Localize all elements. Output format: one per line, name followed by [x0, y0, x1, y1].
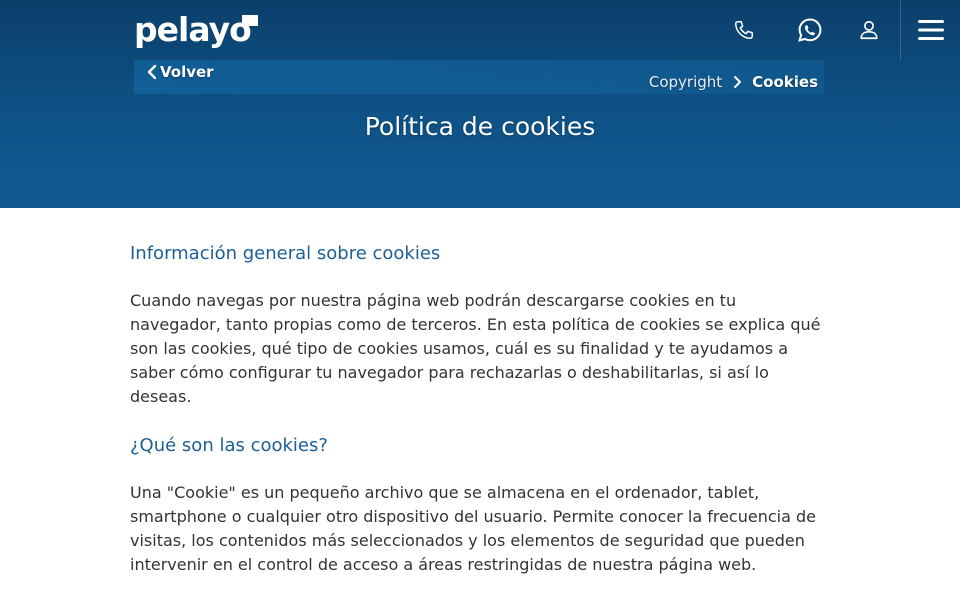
- section-text-what-are-cookies: Una "Cookie" es un pequeño archivo que s…: [130, 483, 816, 574]
- logo-flag-icon: [242, 15, 258, 31]
- menu-icon: [917, 20, 944, 40]
- phone-button[interactable]: [714, 0, 774, 60]
- user-account-button[interactable]: [839, 0, 899, 60]
- chevron-left-icon: [147, 64, 157, 80]
- section-heading-general: Información general sobre cookies: [130, 243, 441, 264]
- phone-icon: [735, 21, 753, 39]
- section-text-general: Cuando navegas por nuestra página web po…: [130, 291, 821, 406]
- page-title: Política de cookies: [364, 112, 596, 141]
- breadcrumb: Copyright Cookies: [649, 71, 818, 93]
- breadcrumb-item-cookies: Cookies: [752, 73, 818, 91]
- back-label: Volver: [160, 63, 214, 81]
- pelayo-logo[interactable]: pelayo: [134, 10, 252, 50]
- whatsapp-icon: [798, 18, 822, 42]
- section-heading-what-are-cookies: ¿Qué son las cookies?: [130, 435, 328, 456]
- whatsapp-button[interactable]: [780, 0, 840, 60]
- page-header: pelayo Volver Copyright Cookies Política…: [0, 0, 960, 208]
- breadcrumb-item-copyright[interactable]: Copyright: [649, 73, 722, 91]
- top-bar: pelayo: [0, 0, 960, 60]
- menu-button[interactable]: [900, 0, 960, 60]
- back-link[interactable]: Volver: [146, 62, 214, 82]
- user-icon: [860, 20, 878, 40]
- chevron-right-icon: [734, 76, 742, 88]
- main-content: Información general sobre cookies Cuando…: [130, 240, 830, 577]
